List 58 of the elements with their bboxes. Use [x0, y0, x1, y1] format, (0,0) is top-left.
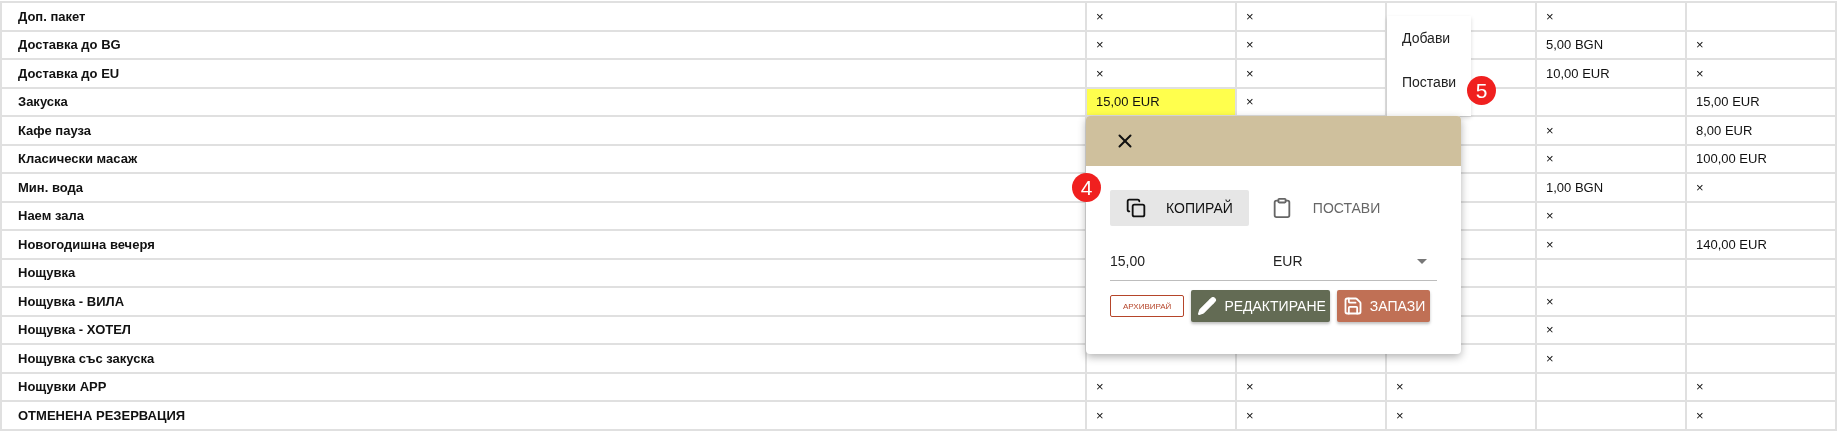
copy-button[interactable]: КОПИРАЙ — [1110, 190, 1249, 226]
save-icon — [1342, 296, 1363, 316]
currency-select[interactable]: EUR — [1273, 253, 1437, 269]
table-cell: × — [1087, 3, 1237, 32]
menu-item[interactable]: Добави — [1387, 30, 1471, 46]
row-label: Нощувки APP — [2, 373, 1087, 403]
row-label: Нощувка със закуска — [2, 345, 1087, 374]
table-cell: × — [1537, 117, 1687, 146]
row-label: Новогодишна вечеря — [2, 231, 1087, 260]
row-label: Кафе пауза — [2, 117, 1087, 146]
row-label: Наем зала — [2, 202, 1087, 232]
row-label: Закуска — [2, 88, 1087, 118]
caret-icon — [1417, 258, 1427, 264]
table-cell: × — [1237, 31, 1387, 61]
table-cell: 10,00 EUR — [1537, 60, 1687, 89]
pencil-icon — [1197, 296, 1218, 316]
table-cell: × — [1237, 373, 1387, 403]
table-cell: × — [1237, 3, 1387, 32]
row-label: Класически масаж — [2, 145, 1087, 175]
table-cell: × — [1687, 60, 1837, 89]
table-cell: × — [1387, 402, 1537, 431]
table-cell: × — [1537, 3, 1687, 32]
row-label: Нощувка - ВИЛА — [2, 288, 1087, 317]
table-cell: × — [1537, 202, 1687, 232]
table-cell: × — [1237, 402, 1387, 431]
table-cell: 100,00 EUR — [1687, 145, 1837, 175]
edit-button[interactable]: РЕДАКТИРАНЕ — [1191, 290, 1330, 322]
row-label: Нощувка - ХОТЕЛ — [2, 316, 1087, 346]
table-cell: × — [1537, 145, 1687, 175]
table-cell: × — [1537, 316, 1687, 346]
table-cell: × — [1687, 31, 1837, 61]
copy-icon — [1126, 198, 1146, 218]
table-cell: × — [1087, 373, 1237, 403]
table-cell: × — [1087, 31, 1237, 61]
table-cell: 8,00 EUR — [1687, 117, 1837, 146]
table-cell: × — [1087, 60, 1237, 89]
table-cell: 5,00 BGN — [1537, 31, 1687, 61]
row-label: Нощувка — [2, 259, 1087, 289]
table-cell: 1,00 BGN — [1537, 174, 1687, 203]
table-cell: × — [1687, 174, 1837, 203]
table-cell: × — [1237, 60, 1387, 89]
archive-button[interactable]: АРХИВИРАЙ — [1110, 295, 1185, 317]
save-button[interactable]: ЗАПАЗИ — [1336, 290, 1431, 322]
paste-button[interactable]: ПОСТАВИ — [1254, 190, 1397, 226]
table-cell: × — [1537, 345, 1687, 374]
amount-field[interactable]: 15,00 — [1110, 253, 1260, 269]
row-label: Доставка до EU — [2, 60, 1087, 89]
row-label: Доп. пакет — [2, 3, 1087, 32]
table-cell: × — [1087, 402, 1237, 431]
table-cell: 15,00 EUR — [1687, 88, 1837, 118]
table-cell: × — [1687, 402, 1837, 431]
table-cell: × — [1537, 231, 1687, 260]
row-label: ОТМЕНЕНА РЕЗЕРВАЦИЯ — [2, 402, 1087, 431]
table-cell: 140,00 EUR — [1687, 231, 1837, 260]
table-cell: × — [1687, 373, 1837, 403]
row-label: Доставка до BG — [2, 31, 1087, 61]
table-cell: × — [1537, 288, 1687, 317]
table-cell: × — [1387, 373, 1537, 403]
